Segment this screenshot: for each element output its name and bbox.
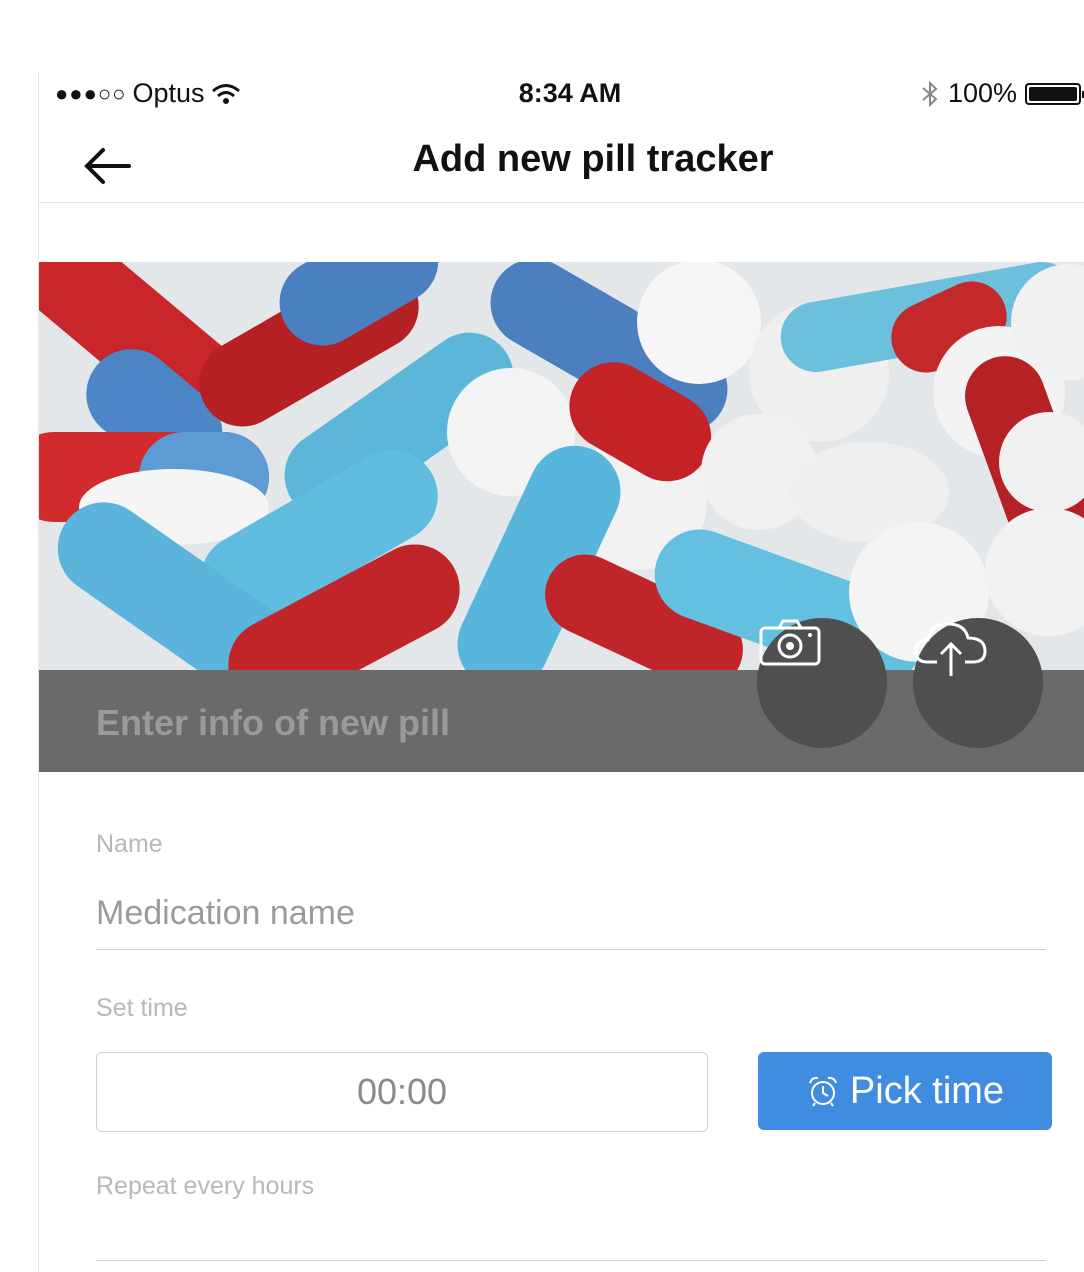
cloud-upload-icon	[914, 622, 987, 676]
app-screen: ●●●○○ Optus 8:34 AM 100% Add new pill tr…	[38, 72, 1084, 1272]
pick-time-label: Pick time	[849, 1069, 1005, 1112]
time-field[interactable]: 00:00	[96, 1052, 708, 1132]
battery-percent: 100%	[947, 78, 1017, 108]
pill-photo-header: Enter info of new pill	[39, 262, 1084, 772]
section-caption: Enter info of new pill	[96, 702, 450, 743]
medication-name-input[interactable]	[96, 877, 1046, 950]
battery-icon	[1025, 82, 1084, 105]
page-title: Add new pill tracker	[412, 138, 774, 180]
repeat-input-underline[interactable]	[96, 1260, 1046, 1261]
pick-time-button[interactable]: Pick time	[758, 1052, 1052, 1130]
repeat-label: Repeat every hours	[96, 1172, 315, 1200]
alarm-clock-icon	[808, 1076, 837, 1107]
battery-fill	[1029, 86, 1077, 101]
camera-button[interactable]	[757, 618, 887, 748]
status-bar: ●●●○○ Optus 8:34 AM 100%	[39, 72, 1084, 120]
time-value: 00:00	[356, 1071, 448, 1112]
navigation-bar: Add new pill tracker	[39, 120, 1084, 203]
set-time-label: Set time	[96, 994, 188, 1022]
camera-icon	[759, 619, 821, 666]
name-label: Name	[96, 830, 163, 858]
bluetooth-icon	[922, 80, 938, 107]
upload-button[interactable]	[913, 618, 1043, 748]
status-right: 100%	[920, 78, 1084, 109]
pill-photo	[39, 262, 1084, 672]
